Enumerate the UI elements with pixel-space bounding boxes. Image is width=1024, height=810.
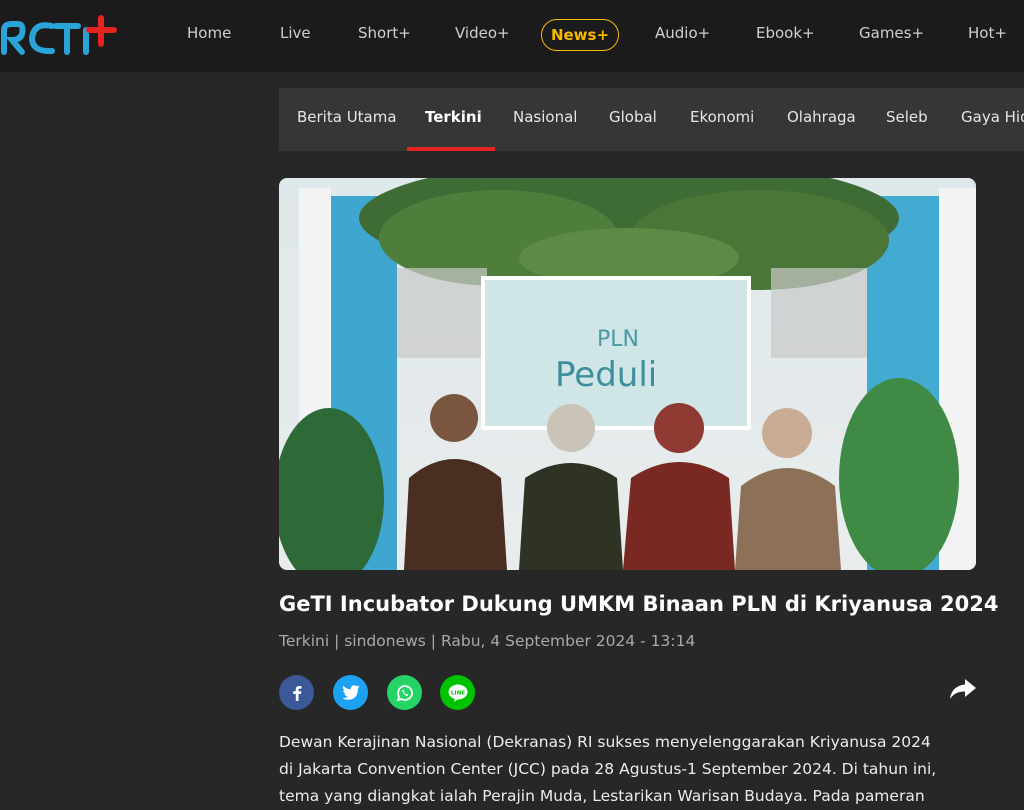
twitter-icon (341, 684, 359, 700)
tab-olahraga[interactable]: Olahraga (787, 108, 856, 126)
sign-bottom-text: Peduli (555, 355, 657, 395)
news-category-tabs: Berita Utama Terkini Nasional Global Eko… (279, 88, 1024, 151)
nav-hot[interactable]: Hot+ (968, 24, 1007, 42)
nav-video[interactable]: Video+ (455, 24, 510, 42)
article-title: GeTI Incubator Dukung UMKM Binaan PLN di… (279, 592, 999, 616)
svg-text:LINE: LINE (450, 690, 464, 696)
facebook-icon (292, 685, 301, 701)
share-whatsapp-button[interactable] (387, 675, 422, 710)
tab-nasional[interactable]: Nasional (513, 108, 577, 126)
tab-seleb[interactable]: Seleb (886, 108, 928, 126)
whatsapp-icon (396, 684, 413, 701)
share-twitter-button[interactable] (333, 675, 368, 710)
tab-berita-utama[interactable]: Berita Utama (297, 108, 397, 126)
share-line-button[interactable]: LINE (440, 675, 475, 710)
article-body-line: Dewan Kerajinan Nasional (Dekranas) RI s… (279, 733, 931, 751)
nav-audio[interactable]: Audio+ (655, 24, 710, 42)
tab-gaya-hidup[interactable]: Gaya Hidup (961, 108, 1024, 126)
sign-top-text: PLN (597, 327, 639, 352)
nav-home[interactable]: Home (187, 24, 231, 42)
nav-games[interactable]: Games+ (859, 24, 924, 42)
article-hero-image[interactable]: PLN Peduli (279, 178, 976, 570)
share-facebook-button[interactable] (279, 675, 314, 710)
line-icon: LINE (448, 684, 467, 702)
nav-live[interactable]: Live (280, 24, 311, 42)
top-navigation-bar: Home Live Short+ Video+ News+ Audio+ Ebo… (0, 0, 1024, 72)
nav-news[interactable]: News+ (541, 19, 619, 51)
article-body-line: tema yang diangkat ialah Perajin Muda, L… (279, 787, 925, 805)
share-arrow-icon[interactable] (948, 676, 978, 702)
article-meta: Terkini | sindonews | Rabu, 4 September … (279, 632, 696, 650)
article-body: Dewan Kerajinan Nasional (Dekranas) RI s… (279, 729, 979, 810)
rcti-plus-logo[interactable] (0, 14, 118, 58)
nav-short[interactable]: Short+ (358, 24, 411, 42)
tab-global[interactable]: Global (609, 108, 657, 126)
tab-ekonomi[interactable]: Ekonomi (690, 108, 754, 126)
active-tab-indicator (407, 147, 495, 151)
tab-terkini[interactable]: Terkini (425, 108, 482, 126)
nav-ebook[interactable]: Ebook+ (756, 24, 815, 42)
article-body-line: di Jakarta Convention Center (JCC) pada … (279, 760, 937, 778)
